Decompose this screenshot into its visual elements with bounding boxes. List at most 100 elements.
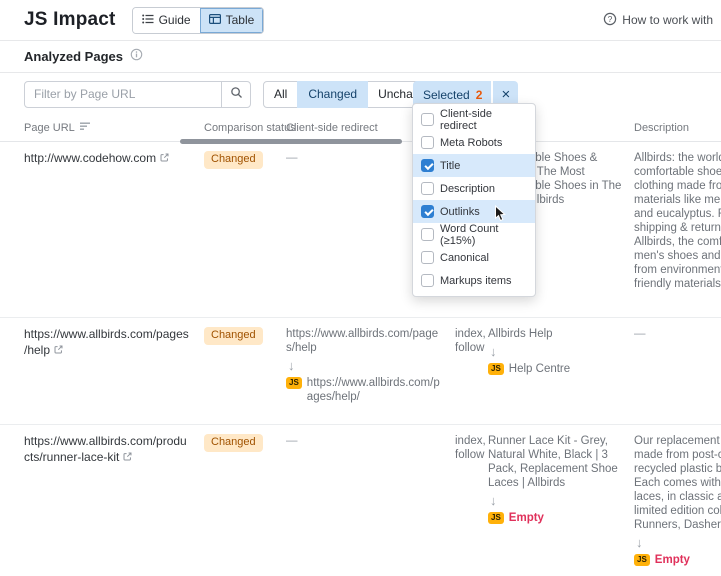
- title-before: Allbirds Help: [488, 327, 622, 341]
- table-row: https://www.allbirds.com/products/runner…: [0, 425, 721, 576]
- title-cell: Runner Lace Kit - Grey, Natural White, B…: [488, 434, 634, 525]
- dropdown-item-label: Word Count (≥15%): [440, 223, 527, 247]
- column-select-dropdown: Client-side redirect Meta Robots Title D…: [412, 103, 536, 297]
- page-url-cell: https://www.allbirds.com/products/runner…: [24, 434, 204, 466]
- title-after: Help Centre: [509, 362, 570, 376]
- description-cell: Allbirds: the world's most comfortable s…: [634, 151, 721, 291]
- table-row: https://www.allbirds.com/pages/help Chan…: [0, 318, 721, 425]
- dropdown-item-label: Outlinks: [440, 206, 480, 218]
- dropdown-item-markups-items[interactable]: Markups items: [413, 269, 535, 292]
- question-icon: ?: [603, 12, 617, 29]
- dropdown-item-outlinks[interactable]: Outlinks: [413, 200, 535, 223]
- selected-count-badge: 2: [476, 88, 483, 102]
- dropdown-item-title[interactable]: Title: [413, 154, 535, 177]
- page-url-text: https://www.allbirds.com/pages/help: [24, 327, 189, 357]
- table-row: http://www.codehow.com Changed — Comfort…: [0, 142, 721, 318]
- page-url-cell: http://www.codehow.com: [24, 151, 204, 167]
- status-cell: Changed: [204, 434, 286, 452]
- status-cell: Changed: [204, 327, 286, 345]
- status-badge: Changed: [204, 434, 263, 452]
- selected-filter-label: Selected: [423, 88, 470, 102]
- tab-guide-label: Guide: [159, 13, 191, 27]
- dropdown-item-client-side-redirect[interactable]: Client-side redirect: [413, 108, 535, 131]
- transform-arrow-icon: ↓: [490, 494, 622, 507]
- tab-table[interactable]: Table: [200, 8, 264, 33]
- checkbox[interactable]: [421, 251, 434, 264]
- horizontal-scrollbar-thumb[interactable]: [180, 139, 402, 144]
- checkbox[interactable]: [421, 228, 434, 241]
- dropdown-item-label: Description: [440, 183, 495, 195]
- section-header: Analyzed Pages: [0, 41, 721, 73]
- dropdown-item-label: Meta Robots: [440, 137, 502, 149]
- redirect-cell: https://www.allbirds.com/pages/help ↓ JS…: [286, 327, 455, 404]
- checkbox-checked[interactable]: [421, 205, 434, 218]
- dropdown-item-word-count[interactable]: Word Count (≥15%): [413, 223, 535, 246]
- external-link-icon[interactable]: [119, 450, 133, 464]
- external-link-icon[interactable]: [50, 343, 64, 357]
- title-before: Runner Lace Kit - Grey, Natural White, B…: [488, 434, 622, 490]
- dropdown-item-label: Canonical: [440, 252, 489, 264]
- description-cell: —: [634, 327, 721, 341]
- column-header-description: Description: [634, 122, 721, 134]
- title-after-empty: Empty: [509, 511, 544, 525]
- filter-changed-button[interactable]: Changed: [297, 81, 368, 108]
- js-badge: JS: [634, 554, 650, 566]
- search-icon: [230, 86, 243, 102]
- analyzed-pages-table: Page URL Comparison status Client-side r…: [0, 115, 721, 576]
- external-link-icon[interactable]: [156, 151, 170, 165]
- checkbox[interactable]: [421, 136, 434, 149]
- page-url-text: https://www.allbirds.com/products/runner…: [24, 434, 187, 464]
- checkbox[interactable]: [421, 182, 434, 195]
- redirect-before: https://www.allbirds.com/pages/help: [286, 327, 443, 355]
- meta-robots-cell: index, follow: [455, 434, 488, 462]
- dropdown-item-canonical[interactable]: Canonical: [413, 246, 535, 269]
- help-link[interactable]: ? How to work with: [603, 12, 715, 29]
- js-badge: JS: [286, 377, 302, 389]
- status-badge: Changed: [204, 327, 263, 345]
- sort-icon[interactable]: [80, 122, 91, 134]
- page-url-filter-input[interactable]: [24, 81, 222, 108]
- column-header-status: Comparison status: [204, 122, 286, 134]
- checkbox[interactable]: [421, 274, 434, 287]
- redirect-cell: —: [286, 434, 455, 448]
- tab-guide[interactable]: Guide: [133, 8, 200, 33]
- meta-robots-cell: index, follow: [455, 327, 488, 355]
- column-header-page-url: Page URL: [24, 122, 204, 134]
- title-cell: Allbirds Help ↓ JS Help Centre: [488, 327, 634, 376]
- checkbox-checked[interactable]: [421, 159, 434, 172]
- dropdown-item-label: Markups items: [440, 275, 512, 287]
- url-filter-group: [24, 81, 251, 108]
- svg-text:?: ?: [608, 14, 613, 24]
- page-url-text: http://www.codehow.com: [24, 151, 156, 165]
- page-url-cell: https://www.allbirds.com/pages/help: [24, 327, 204, 359]
- dropdown-item-meta-robots[interactable]: Meta Robots: [413, 131, 535, 154]
- status-badge: Changed: [204, 151, 263, 169]
- dropdown-item-label: Client-side redirect: [440, 108, 527, 132]
- description-cell: Our replacement laces are made from post…: [634, 434, 721, 567]
- view-toggle: Guide Table: [132, 7, 265, 34]
- filter-all-button[interactable]: All: [263, 81, 298, 108]
- search-button[interactable]: [221, 81, 251, 108]
- status-cell: Changed: [204, 151, 286, 169]
- checkbox[interactable]: [421, 113, 434, 126]
- dropdown-item-description[interactable]: Description: [413, 177, 535, 200]
- js-badge: JS: [488, 512, 504, 524]
- topbar: JS Impact Guide Table ? How to work with: [0, 0, 721, 41]
- column-label: Page URL: [24, 122, 75, 134]
- info-icon[interactable]: [130, 48, 143, 66]
- help-link-label: How to work with: [622, 13, 713, 27]
- transform-arrow-icon: ↓: [490, 345, 622, 358]
- cursor-pointer-icon: [494, 205, 506, 228]
- description-before: Our replacement laces are made from post…: [634, 434, 721, 532]
- tab-table-label: Table: [226, 13, 255, 27]
- table-icon: [209, 13, 221, 27]
- description-after-empty: Empty: [655, 553, 690, 567]
- page-title: JS Impact: [24, 9, 116, 31]
- table-header-row: Page URL Comparison status Client-side r…: [0, 115, 721, 142]
- section-title: Analyzed Pages: [24, 49, 123, 64]
- js-badge: JS: [488, 363, 504, 375]
- list-icon: [142, 13, 154, 27]
- close-icon: ×: [502, 86, 511, 103]
- transform-arrow-icon: ↓: [288, 359, 443, 372]
- transform-arrow-icon: ↓: [636, 536, 721, 549]
